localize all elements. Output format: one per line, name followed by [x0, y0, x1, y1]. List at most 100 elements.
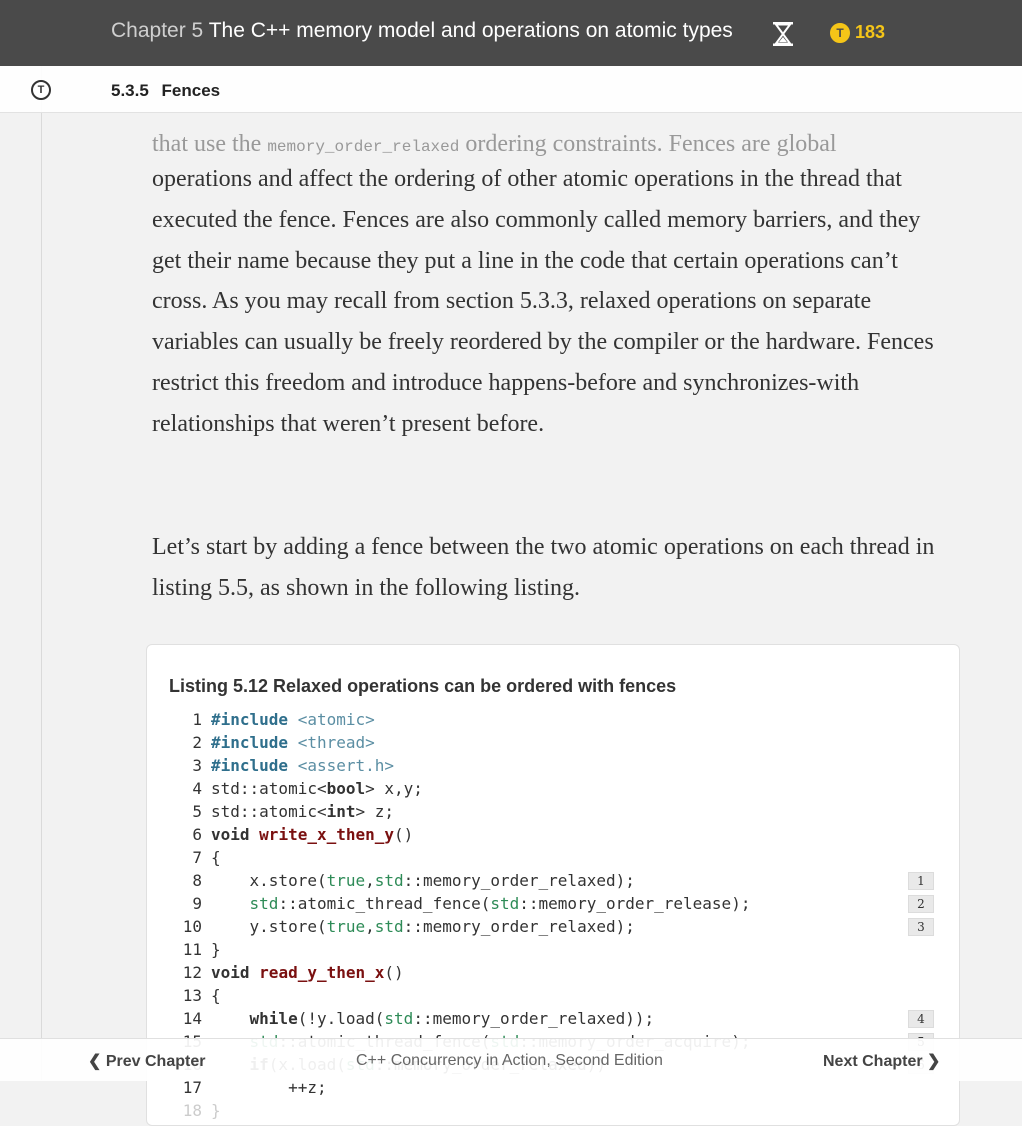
- annotation-marker[interactable]: 3: [908, 918, 934, 936]
- code-token: <assert.h>: [297, 756, 395, 775]
- line-number: 2: [192, 733, 202, 752]
- token-counter[interactable]: T 183: [830, 22, 885, 43]
- code-token: std: [249, 894, 279, 913]
- line-number: 7: [192, 848, 202, 867]
- code-token: {: [211, 986, 221, 1005]
- prev-chapter-button[interactable]: ❮ Prev Chapter: [88, 1051, 205, 1071]
- code-token: > z;: [355, 802, 395, 821]
- code-token: void: [211, 825, 250, 844]
- line-number: 13: [182, 986, 202, 1005]
- annotation-marker[interactable]: 2: [908, 895, 934, 913]
- code-token: std: [374, 871, 404, 890]
- annotation-marker[interactable]: 4: [908, 1010, 934, 1028]
- token-count: 183: [855, 22, 886, 42]
- code-token: while: [249, 1009, 298, 1028]
- code-token: ::memory_order_relaxed));: [413, 1009, 655, 1028]
- line-number: 18: [182, 1101, 202, 1120]
- line-number: 9: [192, 894, 202, 913]
- code-token: ::atomic_thread_fence(: [278, 894, 491, 913]
- listing-title: Listing 5.12 Relaxed operations can be o…: [169, 676, 677, 696]
- chapter-name: The C++ memory model and operations on a…: [208, 19, 733, 42]
- code-line: 10 y.store(true,std::memory_order_relaxe…: [147, 915, 959, 938]
- code-text: void write_x_then_y(): [211, 823, 413, 846]
- line-number: 5: [192, 802, 202, 821]
- code-text: void read_y_then_x(): [211, 961, 404, 984]
- paragraph: Let’s start by adding a fence between th…: [152, 534, 935, 601]
- section-header: T 5.3.5 Fences: [0, 66, 1022, 113]
- code-text: }: [211, 938, 221, 961]
- paragraph: operations and affect the ordering of ot…: [152, 166, 934, 437]
- code-text: std::atomic<bool> x,y;: [211, 777, 423, 800]
- line-number: 8: [192, 871, 202, 890]
- code-line: 2 #include <thread>: [147, 731, 959, 754]
- code-token: }: [211, 940, 221, 959]
- section-icon[interactable]: T: [31, 80, 51, 100]
- chapter-number: Chapter 5: [111, 19, 204, 42]
- line-number: 12: [182, 963, 202, 982]
- inline-code: memory_order_relaxed: [267, 138, 460, 156]
- code-token: write_x_then_y: [259, 825, 395, 844]
- section-name: Fences: [161, 81, 221, 100]
- section-title[interactable]: 5.3.5 Fences: [111, 81, 220, 101]
- line-number: 1: [192, 710, 202, 729]
- code-line: 1 #include <atomic>: [147, 708, 959, 731]
- code-text: y.store(true,std::memory_order_relaxed);: [211, 915, 635, 938]
- code-token: true: [326, 917, 366, 936]
- code-text: #include <assert.h>: [211, 754, 394, 777]
- chevron-right-icon: ❯: [927, 1053, 941, 1070]
- code-token: (): [394, 825, 414, 844]
- code-token: read_y_then_x: [259, 963, 385, 982]
- hourglass-icon[interactable]: [771, 21, 795, 47]
- code-line: 19 int main(): [147, 1122, 959, 1125]
- code-line: 5 std::atomic<int> z;: [147, 800, 959, 823]
- next-chapter-label: Next Chapter: [823, 1053, 923, 1070]
- code-token: {: [211, 848, 221, 867]
- code-text: std::atomic_thread_fence(std::memory_ord…: [211, 892, 751, 915]
- chevron-left-icon: ❮: [88, 1053, 102, 1070]
- code-text: while(!y.load(std::memory_order_relaxed)…: [211, 1007, 655, 1030]
- code-token: std: [384, 1009, 414, 1028]
- code-line: 14 while(!y.load(std::memory_order_relax…: [147, 1007, 959, 1030]
- code-token: ::memory_order_release);: [519, 894, 751, 913]
- code-line: 13 {: [147, 984, 959, 1007]
- code-text: #include <atomic>: [211, 708, 375, 731]
- code-line: 3 #include <assert.h>: [147, 754, 959, 777]
- code-token: ::memory_order_relaxed);: [403, 917, 635, 936]
- code-line: 18}: [147, 1099, 959, 1122]
- code-token: std::atomic<: [211, 802, 327, 821]
- prev-chapter-label: Prev Chapter: [105, 1053, 206, 1070]
- book-title[interactable]: C++ Concurrency in Action, Second Editio…: [356, 1052, 663, 1070]
- line-number: 14: [182, 1009, 202, 1028]
- chapter-title[interactable]: Chapter 5 The C++ memory model and opera…: [111, 19, 733, 43]
- line-number: 10: [182, 917, 202, 936]
- code-token: (): [384, 963, 404, 982]
- code-token: <atomic>: [297, 710, 375, 729]
- line-number: 4: [192, 779, 202, 798]
- line-number: 6: [192, 825, 202, 844]
- code-line: 6 void write_x_then_y(): [147, 823, 959, 846]
- code-token: std: [374, 917, 404, 936]
- code-text: {: [211, 984, 221, 1007]
- token-icon: T: [830, 22, 850, 43]
- code-token: true: [326, 871, 366, 890]
- prose-fragment: that use the: [152, 131, 268, 157]
- section-number: 5.3.5: [111, 81, 149, 100]
- code-token: y.store(: [211, 917, 327, 936]
- code-text: #include <thread>: [211, 731, 375, 754]
- next-chapter-button[interactable]: Next Chapter ❯: [823, 1051, 940, 1071]
- chapter-header: Chapter 5 The C++ memory model and opera…: [0, 0, 1022, 66]
- code-token: void: [211, 963, 250, 982]
- code-token: #include: [211, 710, 289, 729]
- code-line: 4 std::atomic<bool> x,y;: [147, 777, 959, 800]
- code-token: bool: [326, 779, 366, 798]
- code-token: int: [326, 802, 356, 821]
- code-token: }: [211, 1101, 221, 1120]
- reader-content: that use the memory_order_relaxed orderi…: [41, 66, 1022, 1126]
- annotation-marker[interactable]: 1: [908, 872, 934, 890]
- chapter-navigation: ❮ Prev Chapter C++ Concurrency in Action…: [0, 1038, 1022, 1081]
